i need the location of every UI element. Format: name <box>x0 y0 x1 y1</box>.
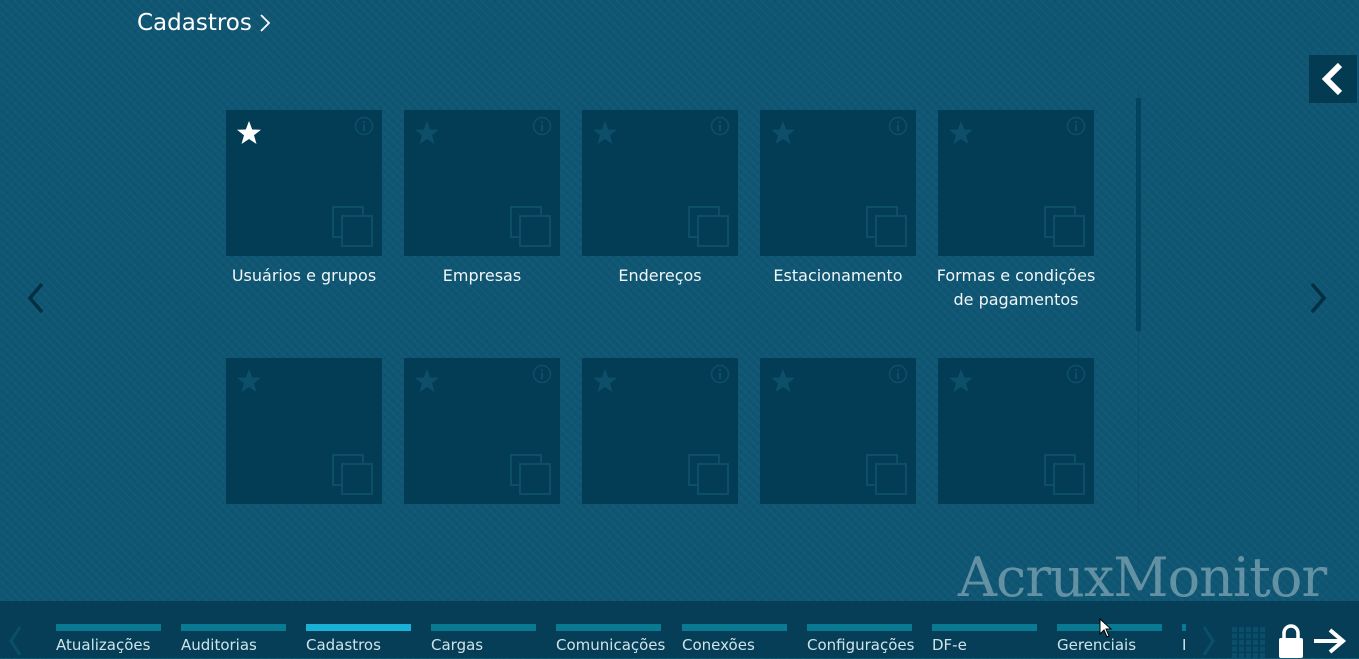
tile-item[interactable]: Endereços <box>582 110 742 288</box>
bottom-tab-indicator <box>431 624 536 631</box>
tile-card[interactable] <box>226 358 382 504</box>
bottom-tab-indicator <box>682 624 787 631</box>
info-icon[interactable] <box>532 364 552 384</box>
bottom-tab-label: Cadastros <box>306 636 381 654</box>
windows-icon[interactable] <box>688 454 730 496</box>
brand-logo: AcruxMonitor <box>958 546 1327 609</box>
chevron-right-icon <box>260 14 271 32</box>
page-title-text: Cadastros <box>137 10 252 36</box>
star-icon[interactable] <box>592 120 618 146</box>
page-title: Cadastros <box>137 10 272 36</box>
star-icon[interactable] <box>592 368 618 394</box>
bottom-tab-label: Configurações <box>807 636 915 654</box>
info-icon[interactable] <box>532 116 552 136</box>
bottom-tab-indicator <box>306 624 411 631</box>
bottom-tab-label: I <box>1182 636 1186 654</box>
tabs-scroll-right-icon[interactable] <box>1198 623 1218 659</box>
tile-item[interactable]: Formas e condições de pagamentos <box>936 110 1098 312</box>
chevron-left-icon <box>27 282 44 314</box>
windows-icon[interactable] <box>688 206 730 248</box>
bottom-tab-indicator <box>1182 624 1186 631</box>
bottom-navigation-bar: Atualizações Auditorias Cadastros Cargas Com… <box>0 601 1359 658</box>
info-icon[interactable] <box>710 116 730 136</box>
tile-item[interactable]: Usuários e grupos <box>226 110 386 288</box>
tile-card[interactable] <box>760 358 916 504</box>
tile-label: Formas e condições de pagamentos <box>936 266 1096 309</box>
tile-card[interactable] <box>404 110 560 256</box>
bottom-tab-label: Atualizações <box>56 636 151 654</box>
tile-item[interactable] <box>404 358 564 512</box>
bottom-tab-label: Gerenciais <box>1057 636 1137 654</box>
tile-item[interactable] <box>226 358 386 512</box>
windows-icon[interactable] <box>1044 206 1086 248</box>
tile-label: Estacionamento <box>773 266 903 285</box>
previous-page-button[interactable] <box>24 280 48 316</box>
bottom-tab-indicator <box>556 624 661 631</box>
mouse-cursor-icon <box>1099 618 1113 638</box>
windows-icon[interactable] <box>332 206 374 248</box>
bottom-tab-indicator <box>56 624 161 631</box>
info-icon[interactable] <box>1066 364 1086 384</box>
tile-item[interactable]: Empresas <box>404 110 564 288</box>
bottom-tab-label: Cargas <box>431 636 484 654</box>
star-icon[interactable] <box>770 368 796 394</box>
bottom-tab-indicator <box>181 624 286 631</box>
tiles-scrollbar[interactable] <box>1136 88 1141 516</box>
tile-card[interactable] <box>582 110 738 256</box>
lock-icon[interactable] <box>1276 623 1306 659</box>
collapse-panel-button[interactable] <box>1309 55 1357 103</box>
windows-icon[interactable] <box>510 454 552 496</box>
info-icon[interactable] <box>1066 116 1086 136</box>
tile-label: Empresas <box>442 266 522 285</box>
chevron-left-icon <box>1321 62 1343 96</box>
tile-item[interactable] <box>760 358 920 512</box>
grid-icon[interactable] <box>1232 627 1266 659</box>
star-icon[interactable] <box>414 120 440 146</box>
info-icon[interactable] <box>710 364 730 384</box>
info-icon[interactable] <box>888 116 908 136</box>
tile-card[interactable] <box>938 110 1094 256</box>
chevron-right-icon <box>1310 282 1327 314</box>
arrow-right-icon[interactable] <box>1312 627 1348 655</box>
scrollbar-thumb[interactable] <box>1136 98 1141 331</box>
tile-item[interactable] <box>938 358 1098 512</box>
windows-icon[interactable] <box>510 206 552 248</box>
tile-card[interactable] <box>404 358 560 504</box>
windows-icon[interactable] <box>866 454 908 496</box>
star-icon[interactable] <box>236 368 262 394</box>
windows-icon[interactable] <box>866 206 908 248</box>
bottom-tab-indicator <box>807 624 912 631</box>
star-icon[interactable] <box>414 368 440 394</box>
info-icon[interactable] <box>888 364 908 384</box>
star-icon[interactable] <box>236 120 262 146</box>
tile-card[interactable] <box>226 110 382 256</box>
tile-item[interactable] <box>582 358 742 512</box>
tile-item[interactable]: Estacionamento <box>760 110 920 288</box>
tile-card[interactable] <box>582 358 738 504</box>
tile-card[interactable] <box>760 110 916 256</box>
tile-label: Endereços <box>618 266 702 285</box>
bottom-tab-label: Comunicações <box>556 636 666 654</box>
bottom-tab[interactable]: I <box>1182 624 1186 658</box>
windows-icon[interactable] <box>1044 454 1086 496</box>
windows-icon[interactable] <box>332 454 374 496</box>
next-page-button[interactable] <box>1306 280 1330 316</box>
star-icon[interactable] <box>948 120 974 146</box>
star-icon[interactable] <box>948 368 974 394</box>
bottom-tab-indicator <box>932 624 1037 631</box>
bottom-tab-label: Conexões <box>682 636 755 654</box>
tabs-scroll-left-icon[interactable] <box>6 623 26 659</box>
bottom-tab-label: DF-e <box>932 636 967 654</box>
tile-label: Usuários e grupos <box>231 266 377 285</box>
info-icon[interactable] <box>354 116 374 136</box>
tiles-viewport: Usuários e grupos Empresas Endereços Estaci… <box>220 105 1120 515</box>
tile-card[interactable] <box>938 358 1094 504</box>
bottom-tab-label: Auditorias <box>181 636 257 654</box>
star-icon[interactable] <box>770 120 796 146</box>
